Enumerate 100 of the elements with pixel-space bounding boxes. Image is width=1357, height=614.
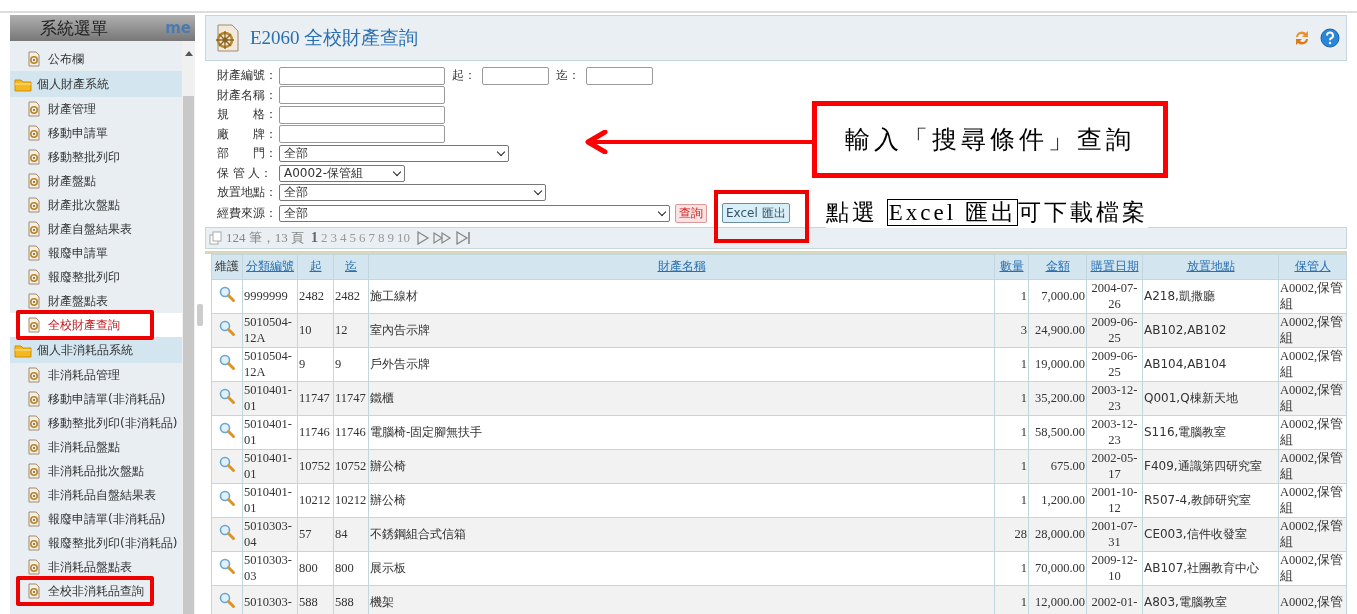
table-cell: A0002,保管組: [1278, 483, 1347, 517]
sidebar-item[interactable]: 移動整批列印(非消耗品): [10, 411, 182, 435]
table-cell: 辦公椅: [368, 449, 995, 483]
search-icon[interactable]: [218, 557, 236, 575]
table-cell: 70,000.00: [1028, 551, 1087, 585]
field-label: 放置地點：: [217, 185, 278, 201]
table-cell: R507-4,教師研究室: [1142, 483, 1279, 517]
callout-text: 點選 Excel 匯出 可下載檔案: [826, 198, 1148, 228]
sidebar-item[interactable]: 報廢申請單(非消耗品): [10, 507, 182, 531]
help-icon[interactable]: [1320, 28, 1340, 48]
field-label: 部 門：: [217, 146, 278, 162]
table-cell: 9: [297, 347, 334, 381]
document-gear-icon: [26, 101, 42, 117]
sidebar-item[interactable]: 非消耗品自盤結果表: [10, 483, 182, 507]
sidebar-item[interactable]: 非消耗品盤點表: [10, 555, 182, 579]
sidebar-item[interactable]: 報廢整批列印(非消耗品): [10, 531, 182, 555]
input-field[interactable]: [482, 66, 549, 85]
group-label: 個人非消耗品系統: [37, 341, 133, 359]
table-cell: A0002,保管組: [1278, 279, 1347, 313]
next-page-icon[interactable]: [416, 230, 430, 245]
sidebar-item[interactable]: 公布欄: [10, 47, 182, 71]
table-cell: 5010401-01: [242, 449, 298, 483]
search-icon[interactable]: [218, 421, 236, 439]
last-page-icon[interactable]: [456, 230, 472, 245]
group-label: 個人財產系統: [37, 75, 109, 93]
dropdown[interactable]: 全部: [279, 145, 509, 163]
table-cell: Q001,Q棟新天地: [1142, 381, 1279, 415]
collapse-handle[interactable]: [197, 303, 203, 326]
fast-forward-icon[interactable]: [433, 230, 453, 245]
search-icon[interactable]: [218, 489, 236, 507]
sidebar-item[interactable]: 移動整批列印: [10, 145, 182, 169]
sidebar-group[interactable]: 個人財產系統: [10, 71, 182, 97]
table-cell: 2001-10-12: [1086, 483, 1143, 517]
search-icon[interactable]: [218, 319, 236, 337]
input-field[interactable]: [279, 66, 445, 85]
table-cell: 800: [333, 551, 369, 585]
sidebar-item[interactable]: 全校非消耗品查詢: [10, 579, 182, 603]
export-button[interactable]: Excel 匯出: [722, 203, 790, 223]
search-icon[interactable]: [218, 591, 236, 609]
field-label: 規 格：: [217, 107, 278, 123]
dropdown[interactable]: A0002-保管組: [279, 164, 405, 182]
sidebar-item[interactable]: 移動申請單: [10, 121, 182, 145]
table-cell: AB104,AB104: [1142, 347, 1279, 381]
sidebar-item[interactable]: 非消耗品管理: [10, 363, 182, 387]
table-cell: 5010504-12A: [242, 347, 298, 381]
query-button[interactable]: 查詢: [675, 203, 707, 223]
document-gear-icon: [26, 511, 42, 527]
table-cell: 1: [994, 551, 1029, 585]
document-gear-icon: [26, 125, 42, 141]
document-gear-icon: [26, 535, 42, 551]
sidebar-item[interactable]: 財產管理: [10, 97, 182, 121]
table-cell: 12,000.00: [1028, 585, 1087, 614]
sort-link[interactable]: 財產名稱: [657, 259, 706, 273]
sidebar-item[interactable]: 報廢整批列印: [10, 265, 182, 289]
table-cell: A803,電腦教室: [1142, 585, 1279, 614]
sidebar-item[interactable]: 財產批次盤點: [10, 193, 182, 217]
sort-link[interactable]: 起: [309, 259, 322, 273]
search-icon[interactable]: [218, 285, 236, 303]
sidebar-item[interactable]: 財產盤點: [10, 169, 182, 193]
input-field[interactable]: [279, 105, 445, 124]
search-icon[interactable]: [218, 353, 236, 371]
table-cell: 2001-07-31: [1086, 517, 1143, 551]
sidebar-item[interactable]: 全校財產查詢: [10, 313, 182, 337]
table-cell: 5010401-01: [242, 483, 298, 517]
document-gear-icon: [26, 439, 42, 455]
search-icon[interactable]: [218, 523, 236, 541]
table-cell: 機架: [368, 585, 995, 614]
table-cell: A218,凱撒廳: [1142, 279, 1279, 313]
search-icon[interactable]: [218, 387, 236, 405]
field-label: 經費來源：: [217, 205, 278, 221]
field-label: 財產名稱：: [217, 87, 278, 103]
document-gear-icon: [26, 269, 42, 285]
table-cell: 鐵櫃: [368, 381, 995, 415]
table-cell: 9999999: [242, 279, 298, 313]
sidebar-item[interactable]: 移動申請單(非消耗品): [10, 387, 182, 411]
scrollbar[interactable]: [182, 41, 195, 614]
dropdown[interactable]: 全部: [279, 184, 546, 202]
sidebar-item[interactable]: 非消耗品批次盤點: [10, 459, 182, 483]
document-gear-icon: [26, 463, 42, 479]
table-cell: AB107,社團教育中心: [1142, 551, 1279, 585]
sidebar-item[interactable]: 財產自盤結果表: [10, 217, 182, 241]
sort-link[interactable]: 迄: [345, 259, 357, 273]
table-cell: 5010303-03: [242, 551, 298, 585]
table-cell: 展示板: [368, 551, 995, 585]
input-field[interactable]: [279, 86, 445, 105]
table-cell: 5010303-04: [242, 517, 298, 551]
table-cell: 電腦椅-固定腳無扶手: [368, 415, 995, 449]
dropdown[interactable]: 全部: [279, 204, 670, 222]
input-field[interactable]: [279, 125, 445, 144]
sidebar-item[interactable]: 報廢申請單: [10, 241, 182, 265]
table-cell: 不銹鋼組合式信箱: [368, 517, 995, 551]
document-gear-icon: [26, 559, 42, 575]
field-label: 廠 牌：: [217, 126, 278, 142]
sidebar-item[interactable]: 財產盤點表: [10, 289, 182, 313]
page-link[interactable]: 1: [311, 229, 318, 246]
record-count: 124 筆，13 頁: [226, 228, 304, 247]
input-field[interactable]: [586, 66, 653, 85]
table-cell: A0002,保管: [1278, 585, 1347, 614]
search-icon[interactable]: [218, 455, 236, 473]
sidebar-item[interactable]: 非消耗品盤點: [10, 435, 182, 459]
